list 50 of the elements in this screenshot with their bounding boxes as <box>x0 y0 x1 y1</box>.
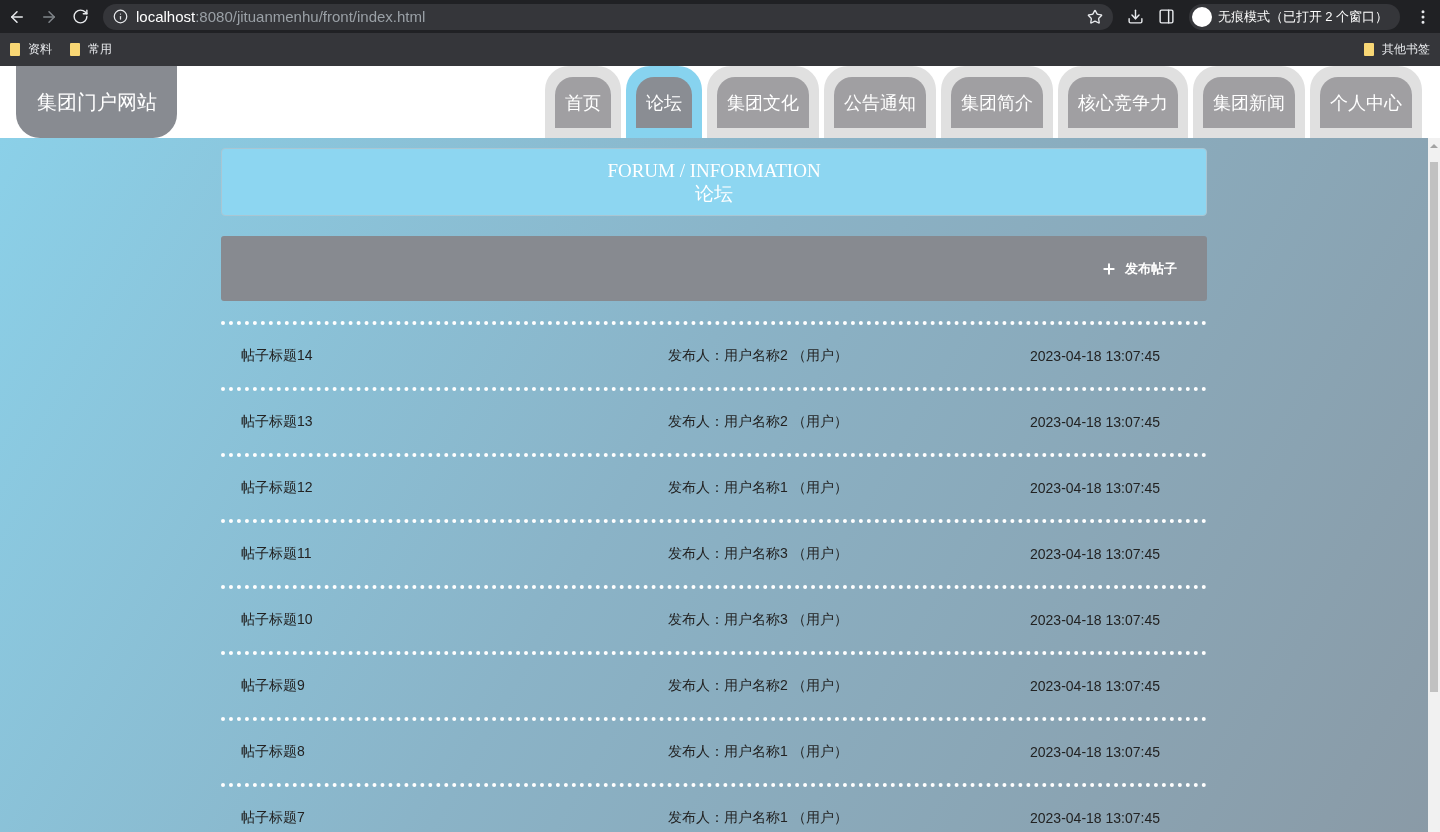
post-row[interactable]: 帖子标题7 发布人：用户名称1 （用户） 2023-04-18 13:07:45 <box>221 787 1207 832</box>
side-panel-icon[interactable] <box>1157 8 1175 25</box>
profile-button[interactable]: 无痕模式（已打开 2 个窗口） <box>1188 3 1400 30</box>
post-time: 2023-04-18 13:07:45 <box>1030 414 1161 430</box>
post-row[interactable]: 帖子标题14 发布人：用户名称2 （用户） 2023-04-18 13:07:45 <box>221 325 1207 387</box>
address-bar[interactable]: localhost:8080/jituanmenhu/front/index.html <box>103 3 1113 30</box>
post-row[interactable]: 帖子标题9 发布人：用户名称2 （用户） 2023-04-18 13:07:45 <box>221 655 1207 717</box>
post-time: 2023-04-18 13:07:45 <box>1030 546 1161 562</box>
reload-icon[interactable] <box>72 8 89 25</box>
post-row[interactable]: 帖子标题8 发布人：用户名称1 （用户） 2023-04-18 13:07:45 <box>221 721 1207 783</box>
post-row[interactable]: 帖子标题10 发布人：用户名称3 （用户） 2023-04-18 13:07:45 <box>221 589 1207 651</box>
post-title: 帖子标题13 <box>241 413 314 431</box>
post-time: 2023-04-18 13:07:45 <box>1030 480 1161 496</box>
post-time: 2023-04-18 13:07:45 <box>1030 810 1161 826</box>
section-title-en: FORUM / INFORMATION <box>607 159 821 182</box>
post-author: 发布人：用户名称2 （用户） <box>668 347 849 365</box>
url-text: localhost:8080/jituanmenhu/front/index.html <box>136 8 426 25</box>
folder-icon <box>1364 43 1374 56</box>
folder-icon <box>70 43 80 56</box>
post-time: 2023-04-18 13:07:45 <box>1030 744 1161 760</box>
download-icon[interactable] <box>1126 8 1144 25</box>
post-time: 2023-04-18 13:07:45 <box>1030 348 1161 364</box>
post-title: 帖子标题11 <box>241 545 313 563</box>
bookmark-item[interactable]: 资料 <box>28 41 52 58</box>
post-row[interactable]: 帖子标题11 发布人：用户名称3 （用户） 2023-04-18 13:07:45 <box>221 523 1207 585</box>
section-title-cn: 论坛 <box>695 182 733 205</box>
post-author: 发布人：用户名称1 （用户） <box>668 809 849 827</box>
post-title: 帖子标题14 <box>241 347 314 365</box>
post-row[interactable]: 帖子标题13 发布人：用户名称2 （用户） 2023-04-18 13:07:45 <box>221 391 1207 453</box>
bookmark-item[interactable]: 其他书签 <box>1382 41 1430 58</box>
plus-icon <box>1101 260 1117 277</box>
post-row[interactable]: 帖子标题12 发布人：用户名称1 （用户） 2023-04-18 13:07:45 <box>221 457 1207 519</box>
post-author: 发布人：用户名称2 （用户） <box>668 413 849 431</box>
scrollbar[interactable] <box>1428 138 1440 832</box>
bookmark-item[interactable]: 常用 <box>88 41 112 58</box>
post-author: 发布人：用户名称2 （用户） <box>668 677 849 695</box>
post-author: 发布人：用户名称3 （用户） <box>668 611 849 629</box>
post-title: 帖子标题8 <box>241 743 306 761</box>
star-icon[interactable] <box>1086 8 1103 25</box>
post-time: 2023-04-18 13:07:45 <box>1030 612 1161 628</box>
post-author: 发布人：用户名称1 （用户） <box>668 479 849 497</box>
post-title: 帖子标题9 <box>241 677 306 695</box>
post-title: 帖子标题10 <box>241 611 314 629</box>
post-author: 发布人：用户名称3 （用户） <box>668 545 849 563</box>
post-author: 发布人：用户名称1 （用户） <box>668 743 849 761</box>
post-title: 帖子标题12 <box>241 479 314 497</box>
post-title: 帖子标题7 <box>241 809 306 827</box>
info-icon[interactable] <box>113 9 128 24</box>
folder-icon <box>10 43 20 56</box>
post-time: 2023-04-18 13:07:45 <box>1030 678 1161 694</box>
